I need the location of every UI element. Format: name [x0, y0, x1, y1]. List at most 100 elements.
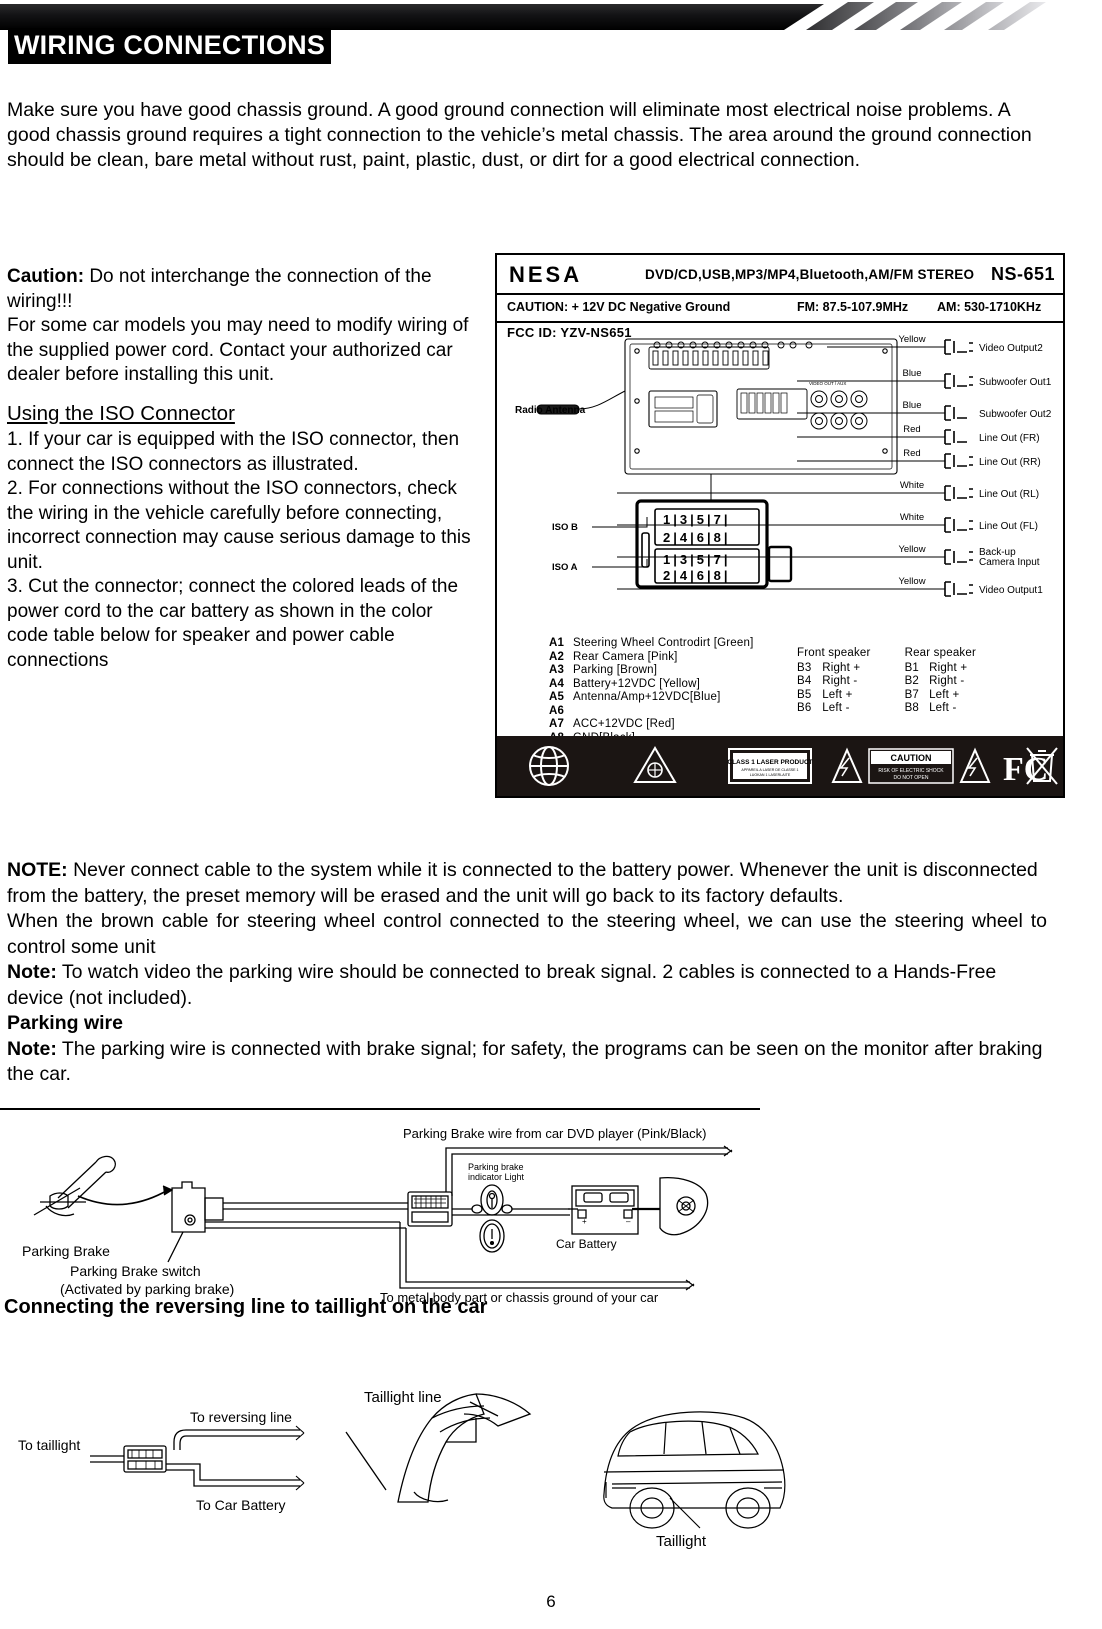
note-1: NOTE: Never connect cable to the system … [7, 858, 1047, 909]
rca-color-5: White [900, 480, 924, 491]
parking-brake-wire-title: Parking Brake wire from car DVD player (… [403, 1126, 706, 1141]
rear-pin-desc: Right + [929, 661, 968, 674]
iso-a-label: ISO A [552, 562, 578, 573]
rear-pin-desc: Left - [929, 702, 957, 714]
panel-specs-text: DVD/CD,USB,MP3/MP4,Bluetooth,AM/FM STERE… [645, 267, 975, 282]
rear-pin-id: B7 [904, 688, 920, 701]
front-pin-desc: Right - [822, 675, 858, 687]
speaker-row: B5 Left + B7 Left + [797, 689, 982, 703]
indicator-light-label-1: Parking brake [468, 1162, 524, 1172]
caution-electric-shock-icon: CAUTION RISK OF ELECTRIC SHOCK DO NOT OP… [868, 748, 954, 784]
svg-text:CLASS 1 LASER PRODUCT: CLASS 1 LASER PRODUCT [727, 759, 812, 766]
intro-paragraph: Make sure you have good chassis ground. … [7, 99, 1032, 171]
certification-icon-bar: CLASS 1 LASER PRODUCT APPAREIL A LASER D… [497, 736, 1063, 796]
rear-pin-desc: Right - [929, 675, 965, 687]
iso-a-pins-row1: 1|3|5|7| [663, 552, 730, 567]
page-title-container: WIRING CONNECTIONS [8, 28, 332, 64]
caution-box-sub: RISK OF ELECTRIC SHOCK [878, 768, 944, 774]
pin-row: A1 Steering Wheel Controdirt [Green] [549, 637, 753, 651]
pin-desc: Steering Wheel Controdirt [Green] [573, 637, 754, 649]
fcc-logo-icon: FC [1003, 751, 1048, 788]
panel-power-caution: CAUTION: + 12V DC Negative Ground [507, 300, 731, 314]
svg-text:APPAREIL A LASER DE CLASSE 1: APPAREIL A LASER DE CLASSE 1 [741, 768, 798, 772]
note2-text: To watch video the parking wire should b… [7, 961, 997, 1009]
note-text: Never connect cable to the system while … [7, 859, 1038, 907]
front-speaker-header: Front speaker [797, 647, 871, 659]
rca-color-3: Red [903, 424, 920, 435]
front-pin-id: B6 [797, 702, 812, 714]
pin-row: A6 [549, 705, 753, 719]
rca-label-7b: Camera Input [979, 557, 1040, 568]
taillight-line-label: Taillight line [364, 1389, 442, 1406]
pin-id: A3 [549, 664, 565, 676]
rca-color-7: Yellow [898, 544, 925, 555]
iso-heading-wrap: Using the ISO Connector [7, 388, 477, 429]
page-number: 6 [546, 1592, 556, 1611]
taillight-connection-diagram: To reversing line To taillight To Car Ba… [0, 1322, 820, 1602]
svg-text:–: – [626, 1217, 631, 1226]
iso-a-pins-row2: 2|4|6|8| [663, 568, 730, 583]
rca-label-1: Subwoofer Out1 [979, 377, 1052, 388]
svg-text:FC: FC [1003, 751, 1048, 788]
pin-row: A2 Rear Camera [Pink] [549, 651, 753, 665]
parking-wire-heading: Parking wire [7, 1011, 1047, 1037]
caution-box-title: CAUTION [891, 753, 932, 763]
rca-label-6: Line Out (FL) [979, 521, 1038, 532]
note-label: NOTE: [7, 859, 68, 881]
svg-text:VIDEO OUT / AUX: VIDEO OUT / AUX [809, 381, 846, 386]
rca-color-2: Blue [902, 400, 921, 411]
iso-b-label: ISO B [552, 522, 578, 533]
pin-row: A4 Battery+12VDC [Yellow] [549, 678, 753, 692]
rca-color-0: Yellow [898, 334, 925, 345]
caution-more-paragraph: For some car models you may need to modi… [7, 315, 469, 385]
page-title: WIRING CONNECTIONS [8, 28, 332, 64]
nesa-unit-label-panel: NESA DVD/CD,USB,MP3/MP4,Bluetooth,AM/FM … [495, 253, 1065, 798]
taillight-label: Taillight [656, 1533, 707, 1550]
panel-model-text: NS-651 [990, 264, 1055, 284]
speaker-table-header-row: Front speaker Rear speaker [797, 647, 982, 662]
pin-row: A5 Antenna/Amp+12VDC[Blue] [549, 691, 753, 705]
spacer-cell [877, 647, 905, 662]
front-pin-desc: Left + [822, 688, 853, 701]
globe-icon [529, 746, 569, 786]
rca-label-3: Line Out (FR) [979, 433, 1040, 444]
notes-block: NOTE: Never connect cable to the system … [7, 858, 1047, 1088]
panel-fm-range: FM: 87.5-107.9MHz [797, 300, 909, 314]
note3-text: The parking wire is connected with brake… [7, 1037, 1043, 1086]
front-pin-id: B4 [797, 675, 812, 687]
parking-brake-label: Parking Brake [22, 1243, 110, 1259]
note-2: Note: To watch video the parking wire sh… [7, 960, 1047, 1011]
indicator-light-label-2: indicator Light [468, 1172, 525, 1182]
pin-desc: ACC+12VDC [Red] [573, 718, 675, 730]
rear-pin-id: B1 [904, 661, 920, 674]
pin-row: A3 Parking [Brown] [549, 664, 753, 678]
svg-text:+: + [582, 1217, 587, 1226]
rca-label-5: Line Out (RL) [979, 489, 1039, 500]
to-car-battery-label: To Car Battery [196, 1497, 285, 1513]
rca-label-4: Line Out (RR) [979, 457, 1041, 468]
pin-row: A7 ACC+12VDC [Red] [549, 718, 753, 732]
note-3: Note: The parking wire is connected with… [7, 1037, 1047, 1088]
parking-brake-diagram: + – Parking Brake wire from car DVD play… [0, 1110, 780, 1305]
speaker-row: B4 Right - B2 Right - [797, 675, 982, 689]
pin-id: A1 [549, 637, 565, 649]
parking-brake-switch-sublabel: (Activated by parking brake) [60, 1281, 234, 1297]
pin-id: A5 [549, 691, 565, 703]
front-pin-id: B3 [797, 661, 812, 674]
iso-b-pins-row2: 2|4|6|8| [663, 530, 730, 545]
left-column-text: Caution: Do not interchange the connecti… [7, 265, 477, 673]
speaker-row: B3 Right + B1 Right + [797, 662, 982, 676]
speaker-row: B6 Left - B8 Left - [797, 702, 982, 716]
svg-text:LUOKAN 1 LASERLAITE: LUOKAN 1 LASERLAITE [750, 773, 791, 777]
lightning-bolt-icon [831, 747, 863, 783]
rca-color-4: Red [903, 448, 920, 459]
iso-a-pin-list: A1 Steering Wheel Controdirt [Green] A2 Re… [549, 637, 753, 745]
parking-brake-switch-label: Parking Brake switch [70, 1263, 201, 1279]
radio-antenna-label: Radio Antenna [515, 405, 586, 416]
class1-laser-product-icon: CLASS 1 LASER PRODUCT APPAREIL A LASER D… [727, 748, 813, 784]
rear-pin-id: B2 [904, 675, 920, 687]
speaker-pin-table: Front speaker Rear speaker B3 Right + B1… [797, 647, 982, 716]
steering-note: When the brown cable for steering wheel … [7, 910, 1047, 958]
caution-paragraph: Caution: Do not interchange the connecti… [7, 265, 477, 314]
rca-color-6: White [900, 512, 924, 523]
